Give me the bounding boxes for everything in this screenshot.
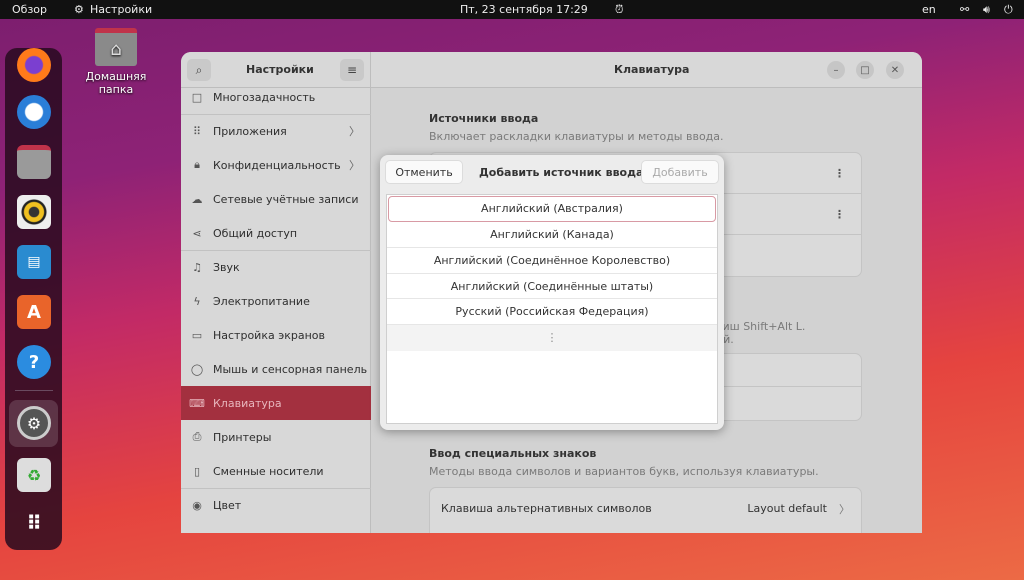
activities-button[interactable]: Обзор	[12, 3, 47, 16]
home-folder-icon: ⌂	[95, 28, 137, 66]
cancel-button[interactable]: Отменить	[385, 160, 463, 184]
language-item[interactable]: Русский (Российская Федерация)	[387, 299, 717, 325]
more-languages-button[interactable]: ⋮	[387, 324, 717, 351]
app-menu[interactable]: Настройки	[90, 3, 152, 16]
add-input-source-dialog: Отменить Добавить источник ввода Добавит…	[380, 155, 724, 430]
dock-separator	[15, 390, 53, 391]
help-icon[interactable]: ?	[17, 345, 51, 379]
settings-app-icon: ⚙	[74, 3, 84, 16]
settings-icon[interactable]: ⚙	[17, 406, 51, 440]
alarm-icon: ⏰︎	[615, 3, 624, 16]
add-button[interactable]: Добавить	[641, 160, 719, 184]
language-item[interactable]: Английский (Канада)	[387, 223, 717, 249]
files-icon[interactable]	[17, 145, 51, 179]
top-bar: Обзор ⚙ Настройки Пт, 23 сентября 17:29 …	[0, 0, 1024, 19]
dialog-title: Добавить источник ввода	[479, 166, 644, 179]
language-item[interactable]: Английский (Соединённые штаты)	[387, 274, 717, 300]
dock: ▤ A ? ⚙ ♻ ⠿	[5, 48, 62, 550]
app-center-icon[interactable]: A	[17, 295, 51, 329]
rhythmbox-icon[interactable]	[17, 195, 51, 229]
thunderbird-icon[interactable]	[17, 95, 51, 129]
keyboard-language[interactable]: en	[922, 3, 936, 16]
home-folder-label: Домашняя папка	[85, 70, 147, 96]
clock[interactable]: Пт, 23 сентября 17:29	[460, 3, 588, 16]
power-icon[interactable]: ⏻	[1004, 3, 1013, 17]
writer-icon[interactable]: ▤	[17, 245, 51, 279]
show-apps-icon[interactable]: ⠿	[17, 506, 51, 540]
firefox-icon[interactable]	[17, 48, 51, 82]
home-folder-desktop-icon[interactable]: ⌂ Домашняя папка	[68, 28, 164, 96]
language-list: Английский (Австралия) Английский (Канада…	[386, 194, 718, 424]
network-icon[interactable]: ⚯	[960, 3, 969, 16]
language-item[interactable]: Английский (Австралия)	[388, 196, 716, 222]
language-item[interactable]: Английский (Соединённое Королевство)	[387, 248, 717, 274]
volume-icon[interactable]: 🔊︎	[983, 3, 990, 17]
trash-icon[interactable]: ♻	[17, 458, 51, 492]
